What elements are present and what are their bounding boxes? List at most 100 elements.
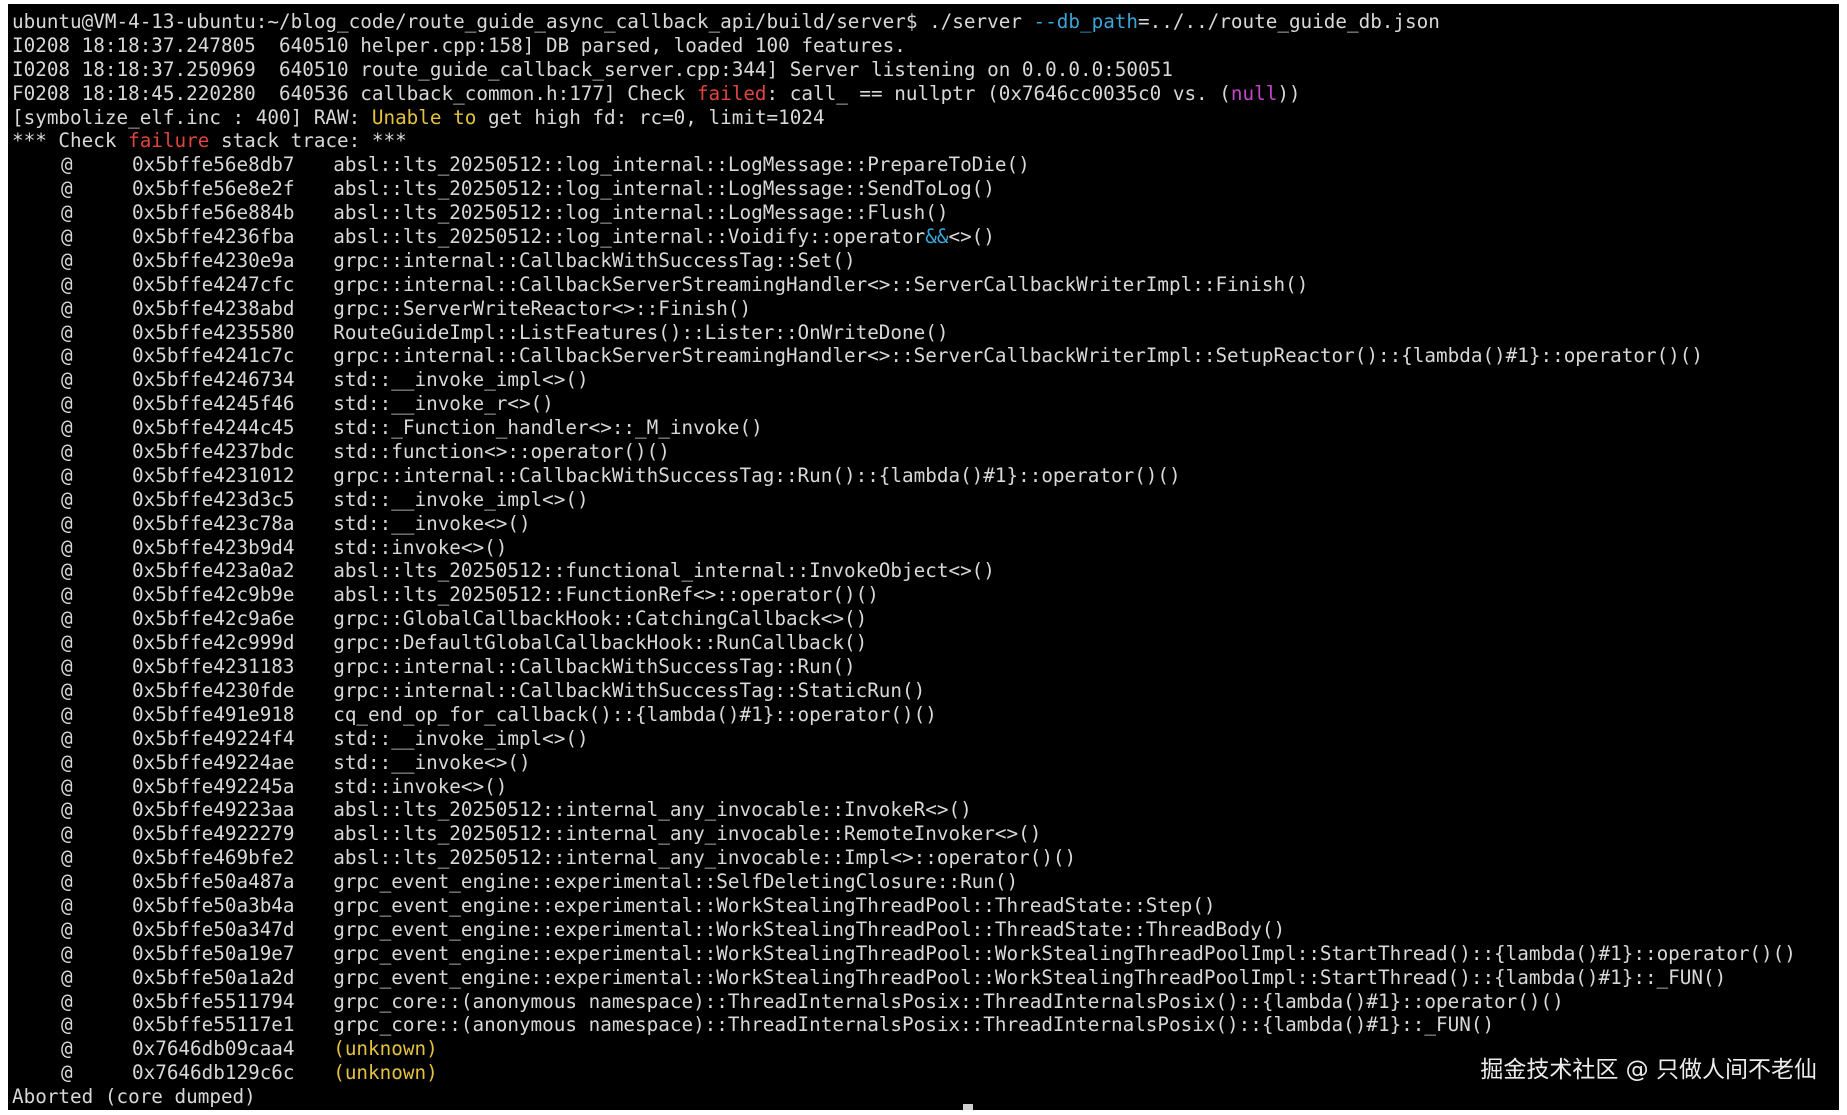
frame-at-symbol: @	[61, 846, 73, 870]
frame-address: 0x5bffe5511794	[132, 989, 295, 1013]
symbolize-line: [symbolize_elf.inc : 400] RAW: Unable to…	[12, 106, 1835, 130]
command-flag: --db_path	[1033, 10, 1139, 33]
frame-function: absl::lts_20250512::internal_any_invocab…	[333, 846, 1077, 870]
stack-frame: @0x5bffe492245a std::invoke<>()	[12, 775, 1835, 799]
symbolize-prefix: [symbolize_elf.inc : 400] RAW:	[12, 105, 372, 129]
stack-frame: @0x5bffe4238abd grpc::ServerWriteReactor…	[12, 297, 1835, 321]
stack-frame: @0x5bffe5511794 grpc_core::(anonymous na…	[12, 990, 1835, 1014]
stack-frame: @0x5bffe49224f4 std::__invoke_impl<>()	[12, 727, 1835, 751]
stack-frame: @0x5bffe56e8db7 absl::lts_20250512::log_…	[12, 153, 1835, 177]
frame-address: 0x5bffe4245f46	[132, 392, 295, 416]
frame-at-symbol: @	[61, 296, 73, 320]
frame-at-symbol: @	[61, 917, 73, 941]
frame-function: grpc::internal::CallbackServerStreamingH…	[333, 344, 1703, 368]
stack-frame: @0x5bffe4922279 absl::lts_20250512::inte…	[12, 822, 1835, 846]
frame-address: 0x5bffe4231183	[132, 655, 295, 679]
frame-at-symbol: @	[61, 392, 73, 416]
frame-at-symbol: @	[61, 655, 73, 679]
stack-frame: @0x5bffe50a3b4a grpc_event_engine::exper…	[12, 894, 1835, 918]
stack-frame: @0x5bffe4246734 std::__invoke_impl<>()	[12, 368, 1835, 392]
frame-at-symbol: @	[61, 201, 73, 225]
frame-address: 0x5bffe4244c45	[132, 416, 295, 440]
frame-address: 0x5bffe4247cfc	[132, 272, 295, 296]
frame-address: 0x5bffe4246734	[132, 368, 295, 392]
frame-address: 0x5bffe4241c7c	[132, 344, 295, 368]
frame-function: cq_end_op_for_callback()::{lambda()#1}::…	[333, 702, 937, 726]
frame-address: 0x5bffe50a347d	[132, 917, 295, 941]
frame-at-symbol: @	[61, 225, 73, 249]
frame-address: 0x5bffe49224f4	[132, 726, 295, 750]
frame-at-symbol: @	[61, 965, 73, 989]
stack-frame: @0x5bffe50a487a grpc_event_engine::exper…	[12, 870, 1835, 894]
frame-at-symbol: @	[61, 822, 73, 846]
frame-function: absl::lts_20250512::internal_any_invocab…	[333, 822, 1042, 846]
frame-at-symbol: @	[61, 153, 73, 177]
frame-function: std::__invoke_impl<>()	[333, 487, 589, 511]
frame-function: grpc::internal::CallbackWithSuccessTag::…	[333, 248, 856, 272]
command-name: ./server	[929, 10, 1022, 33]
command-flag-value: =../../route_guide_db.json	[1138, 10, 1440, 33]
frame-address: 0x5bffe4235580	[132, 320, 295, 344]
frame-function: absl::lts_20250512::log_internal::LogMes…	[333, 201, 949, 225]
fatal-prefix: F0208 18:18:45.220280 640536 callback_co…	[12, 81, 697, 105]
stack-frame: @0x5bffe4244c45 std::_Function_handler<>…	[12, 416, 1835, 440]
stack-frame: @0x5bffe4247cfc grpc::internal::Callback…	[12, 273, 1835, 297]
frame-at-symbol: @	[61, 320, 73, 344]
stack-frame: @0x5bffe4236fba absl::lts_20250512::log_…	[12, 225, 1835, 249]
frame-unknown: (unknown)	[333, 1061, 438, 1085]
stack-frames: @0x5bffe56e8db7 absl::lts_20250512::log_…	[12, 153, 1835, 1085]
stack-frame: @0x5bffe469bfe2 absl::lts_20250512::inte…	[12, 846, 1835, 870]
frame-address: 0x7646db09caa4	[132, 1037, 295, 1061]
stack-frame: @0x5bffe4241c7c grpc::internal::Callback…	[12, 344, 1835, 368]
stack-frame: @0x5bffe42c9a6e grpc::GlobalCallbackHook…	[12, 607, 1835, 631]
frame-function: grpc_event_engine::experimental::WorkSte…	[333, 941, 1796, 965]
stack-frame: @0x5bffe56e884b absl::lts_20250512::log_…	[12, 201, 1835, 225]
frame-address: 0x5bffe50a1a2d	[132, 965, 295, 989]
trace-header-suffix: stack trace: ***	[209, 129, 407, 153]
frame-at-symbol: @	[61, 559, 73, 583]
frame-function: std::_Function_handler<>::_M_invoke()	[333, 416, 763, 440]
stack-frame: @0x5bffe4230e9a grpc::internal::Callback…	[12, 249, 1835, 273]
unable-keyword: Unable to	[371, 105, 477, 129]
frame-at-symbol: @	[61, 631, 73, 655]
frame-function: std::__invoke_impl<>()	[333, 726, 589, 750]
terminal-window[interactable]: ubuntu@VM-4-13-ubuntu:~/blog_code/route_…	[8, 4, 1839, 1110]
frame-at-symbol: @	[61, 1037, 73, 1061]
frame-function: grpc::internal::CallbackServerStreamingH…	[333, 272, 1309, 296]
frame-function: grpc::GlobalCallbackHook::CatchingCallba…	[333, 607, 868, 631]
frame-address: 0x5bffe50a487a	[132, 870, 295, 894]
frame-function: grpc_core::(anonymous namespace)::Thread…	[333, 989, 1564, 1013]
frame-at-symbol: @	[61, 941, 73, 965]
frame-at-symbol: @	[61, 272, 73, 296]
stack-frame: @0x5bffe49224ae std::__invoke<>()	[12, 751, 1835, 775]
stack-frame: @0x5bffe4230fde grpc::internal::Callback…	[12, 679, 1835, 703]
log-line: I0208 18:18:37.250969 640510 route_guide…	[12, 57, 1173, 81]
stack-frame: @0x5bffe491e918 cq_end_op_for_callback()…	[12, 703, 1835, 727]
stack-frame: @0x5bffe423c78a std::__invoke<>()	[12, 512, 1835, 536]
frame-at-symbol: @	[61, 177, 73, 201]
frame-address: 0x5bffe423a0a2	[132, 559, 295, 583]
frame-address: 0x5bffe42c999d	[132, 631, 295, 655]
frame-address: 0x5bffe491e918	[132, 702, 295, 726]
frame-at-symbol: @	[61, 989, 73, 1013]
frame-function: absl::lts_20250512::log_internal::Voidif…	[333, 225, 926, 249]
frame-function: absl::lts_20250512::internal_any_invocab…	[333, 798, 972, 822]
frame-address: 0x5bffe4231012	[132, 463, 295, 487]
stack-frame: @0x5bffe423b9d4 std::invoke<>()	[12, 536, 1835, 560]
frame-at-symbol: @	[61, 463, 73, 487]
stack-frame: @0x5bffe50a347d grpc_event_engine::exper…	[12, 918, 1835, 942]
frame-at-symbol: @	[61, 750, 73, 774]
frame-function: grpc::internal::CallbackWithSuccessTag::…	[333, 463, 1181, 487]
stack-frame: @0x5bffe49223aa absl::lts_20250512::inte…	[12, 798, 1835, 822]
frame-at-symbol: @	[61, 416, 73, 440]
frame-at-symbol: @	[61, 440, 73, 464]
frame-address: 0x5bffe4238abd	[132, 296, 295, 320]
failure-keyword: failure	[128, 129, 210, 153]
frame-address: 0x5bffe4922279	[132, 822, 295, 846]
stack-frame: @0x5bffe4235580 RouteGuideImpl::ListFeat…	[12, 321, 1835, 345]
frame-function: std::__invoke<>()	[333, 511, 531, 535]
frame-address: 0x5bffe469bfe2	[132, 846, 295, 870]
watermark: 掘金技术社区 @ 只做人间不老仙	[1480, 1057, 1817, 1083]
frame-at-symbol: @	[61, 870, 73, 894]
frame-address: 0x5bffe55117e1	[132, 1013, 295, 1037]
